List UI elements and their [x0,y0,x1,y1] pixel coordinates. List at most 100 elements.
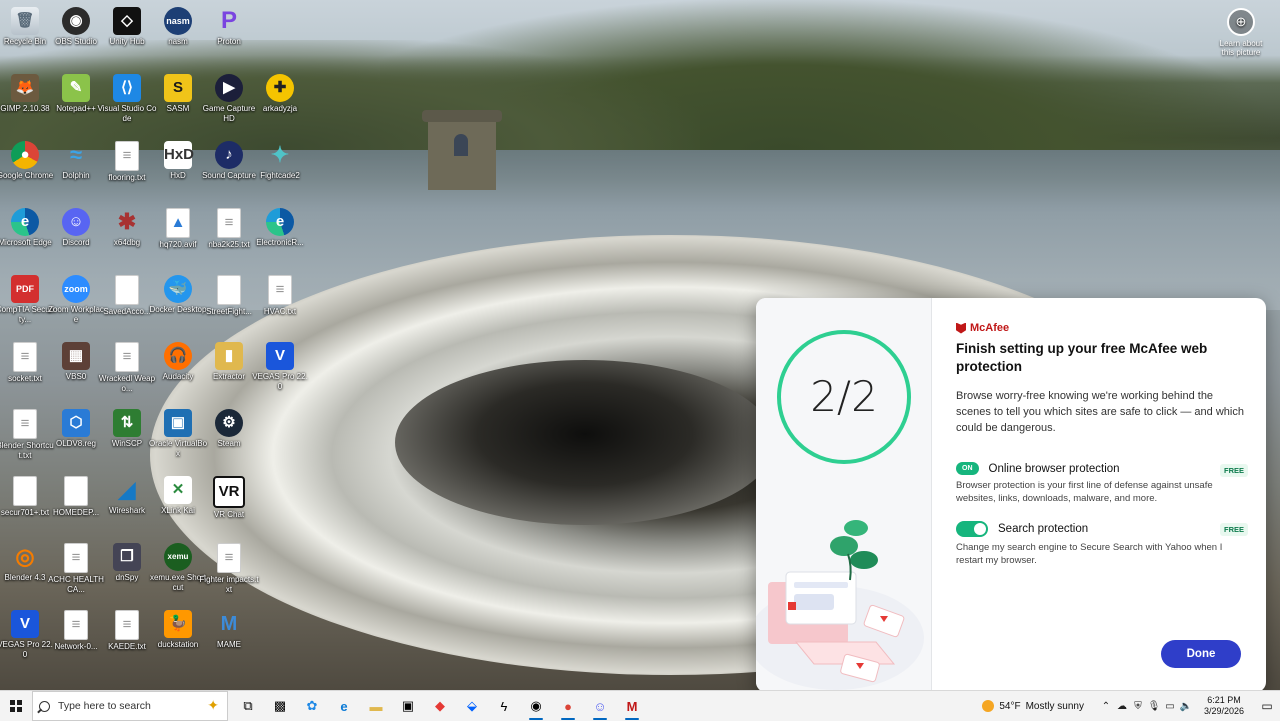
xemu-icon: xemu [164,543,192,571]
text-file-icon: ≡ [217,208,241,238]
system-tray: 54°F Mostly sunny ⌃ ☁ ⛨ 🎙 ▭ 🔈 6:21 PM 3/… [982,691,1280,721]
red-diamond-app-icon[interactable]: ◆ [424,691,456,721]
taskbar-search[interactable]: Type here to search ✦ [32,691,228,721]
onedrive-icon[interactable]: ☁ [1114,701,1130,712]
mcafee-progress-pane: 2/2 [756,298,932,692]
text-file-icon: ≡ [115,610,139,640]
discord-icon: ☺ [62,208,90,236]
desktop-icon[interactable]: ✚ arkadyzja [250,74,310,114]
weather-sun-icon [982,700,995,712]
blank-file-icon [64,476,88,506]
vrchat-icon: VR [213,476,245,508]
blank-file-icon [115,275,139,305]
winscp-icon: ⇅ [113,409,141,437]
blender-icon: ◎ [15,544,35,569]
desktop-icon-label: ElectronicR... [256,238,304,247]
edge-icon: e [11,208,39,236]
desktop-icon-label: Fighter impacts.txt [199,575,259,594]
x64dbg-icon: ✱ [117,209,137,234]
vegas-icon: V [266,342,294,370]
lightning-app-icon[interactable]: ϟ [488,691,520,721]
file-explorer-icon[interactable]: ▬ [360,691,392,721]
search-placeholder: Type here to search [58,700,151,712]
start-button[interactable] [0,691,32,721]
text-file-icon: ≡ [217,543,241,573]
wallpaper-spillway-hole [395,360,775,525]
desktop-icon[interactable]: ≡ HVAC.txt [250,275,310,317]
dropbox-icon[interactable]: ⬙ [456,691,488,721]
discord-icon[interactable]: ☺ [584,691,616,721]
text-file-icon: ≡ [268,275,292,305]
obs-icon: ◉ [62,7,90,35]
desktop-icon-label: Proton [217,37,241,46]
desktop-icon[interactable]: V VEGAS Pro 22.0 [250,342,310,392]
mcafee-icon[interactable]: M [616,691,648,721]
windows-logo-icon [10,700,22,712]
widgets-icon[interactable]: ▩ [264,691,296,721]
mcafee-content: McAfee Finish setting up your free McAfe… [956,322,1248,567]
desktop-icon[interactable]: e ElectronicR... [250,208,310,248]
mame-icon: M [220,613,238,635]
text-file-icon: ≡ [13,342,37,372]
unity-icon: ◇ [113,7,141,35]
text-file-icon: ≡ [115,141,139,171]
weather-widget[interactable]: 54°F Mostly sunny [982,700,1084,712]
option-online-browser-protection: ON Online browser protection FREE Browse… [956,462,1248,505]
clock-time: 6:21 PM [1207,695,1241,705]
game-capture-icon: ▶ [215,74,243,102]
desktop-icon[interactable]: M MAME [199,610,259,650]
copilot-icon[interactable]: ✿ [296,691,328,721]
taskbar: Type here to search ✦ ⧉ ▩ ✿ e ▬ ▣ ◆ ⬙ ϟ ◉ ● ☺ M 54°F… [0,690,1280,721]
folder-icon: ▮ [215,342,243,370]
desktop-icon[interactable]: P Proton [199,7,259,47]
duckstation-icon: 🦆 [164,610,192,638]
desktop-icon[interactable]: VR VR Chat [199,476,259,520]
desktop-icon-label: VEGAS Pro 22.0 [252,372,308,391]
recorder-icon[interactable]: ◉ [520,691,552,721]
store-icon[interactable]: ▣ [392,691,424,721]
audacity-icon: 🎧 [164,342,192,370]
mcafee-setup-dialog: 2/2 McAfee Finish setting up your free M… [756,298,1266,692]
desktop-icon-label: VR Chat [213,510,245,519]
desktop-icon[interactable]: ⚙ Steam [199,409,259,449]
mcafee-shield-icon [956,322,966,334]
option-title: Search protection [998,523,1089,535]
on-toggle[interactable]: ON [956,462,979,475]
pdf-icon: PDF [11,275,39,303]
notepadpp-icon: ✎ [62,74,90,102]
notifications-icon[interactable]: ▭ [1254,699,1280,713]
chrome-icon[interactable]: ● [552,691,584,721]
done-button[interactable]: Done [1161,640,1241,668]
vbs-icon: ▦ [62,342,90,370]
chevron-up-icon[interactable]: ⌃ [1098,701,1114,712]
mcafee-tray-icon[interactable]: ⛨ [1130,701,1146,712]
search-protection-toggle[interactable] [956,521,988,537]
edge-icon[interactable]: e [328,691,360,721]
task-view-icon[interactable]: ⧉ [232,691,264,721]
learn-about-picture-label: Learn about this picture [1219,39,1263,57]
desktop-icon[interactable]: ≡ Fighter impacts.txt [199,543,259,595]
weather-temp: 54°F [999,700,1021,712]
text-file-icon: ≡ [115,342,139,372]
recycle-bin-icon: 🗑 [11,7,39,35]
arkadyzja-icon: ✚ [266,74,294,102]
hxd-icon: HxD [164,141,194,169]
text-file-icon: ≡ [64,610,88,640]
progress-ring: 2/2 [777,330,911,464]
desktop-icon[interactable]: ✦ Fightcade2 [250,141,310,181]
network-icon[interactable]: ▭ [1162,701,1178,712]
clock[interactable]: 6:21 PM 3/29/2026 [1204,695,1244,717]
laptop-illustration [756,520,924,690]
vegas-icon: V [11,610,39,638]
gimp-icon: 🦊 [11,74,39,102]
learn-about-picture[interactable]: ⊕ Learn about this picture [1216,8,1266,57]
blank-file-icon [13,476,37,506]
volume-icon[interactable]: 🔈 [1178,701,1194,712]
clock-date: 3/29/2026 [1203,706,1244,716]
dolphin-icon: ≈ [69,142,83,167]
microphone-icon[interactable]: 🎙 [1146,701,1162,712]
camera-icon: ⊕ [1227,8,1255,36]
registry-icon: ⬡ [62,409,90,437]
desktop-icon-label: Fightcade2 [260,171,300,180]
weather-text: Mostly sunny [1025,700,1084,712]
